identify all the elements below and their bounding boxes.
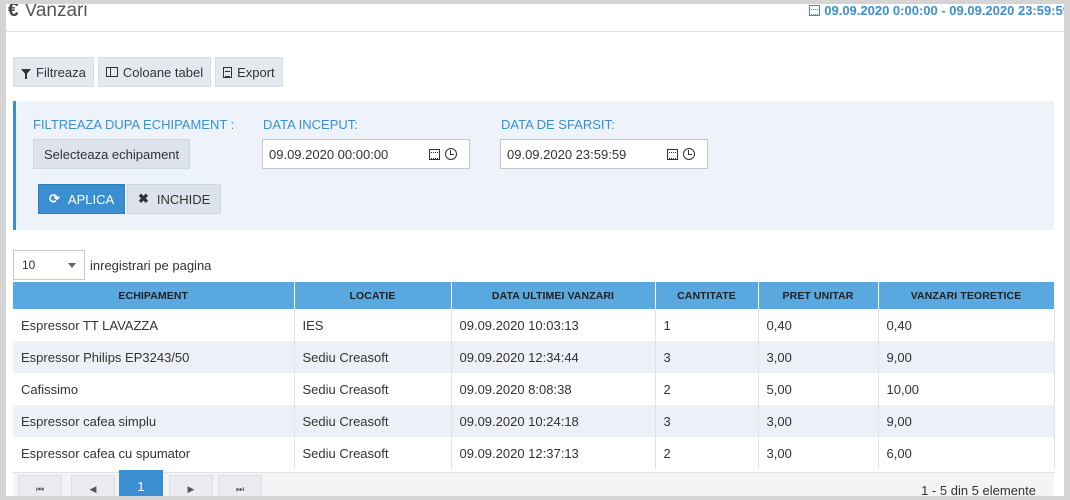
- export-button[interactable]: Export: [215, 57, 283, 87]
- date-range-display[interactable]: 09.09.2020 0:00:00 - 09.09.2020 23:59:59: [809, 4, 1064, 18]
- app-frame: € Vanzari 09.09.2020 0:00:00 - 09.09.2020…: [6, 4, 1064, 496]
- filter-button[interactable]: Filtreaza: [13, 57, 94, 87]
- filter-panel: FILTREAZA DUPA ECHIPAMENT : Selecteaza e…: [13, 101, 1054, 230]
- first-page-button[interactable]: ⏮: [18, 475, 62, 496]
- page-header: € Vanzari 09.09.2020 0:00:00 - 09.09.2020…: [6, 4, 1064, 32]
- calendar-icon[interactable]: [429, 148, 440, 160]
- end-date-input[interactable]: [500, 139, 656, 169]
- next-page-button[interactable]: ▶: [169, 475, 213, 496]
- apply-button[interactable]: ⟳ APLICA: [38, 184, 126, 214]
- table-row[interactable]: Espressor TT LAVAZZA IES 09.09.2020 10:0…: [13, 309, 1055, 341]
- table-cell: Espressor cafea cu spumator: [13, 437, 295, 469]
- table-cell: 5,00: [758, 373, 879, 405]
- table-cell: 09.09.2020 8:08:38: [451, 373, 656, 405]
- columns-icon: [105, 67, 118, 77]
- end-date-label: DATA DE SFARSIT:: [501, 117, 615, 132]
- table-columns-button[interactable]: Coloane tabel: [97, 57, 212, 87]
- column-header[interactable]: CANTITATE: [655, 282, 759, 309]
- column-header[interactable]: PRET UNITAR: [758, 282, 879, 309]
- table-header-row: ECHIPAMENT LOCATIE DATA ULTIMEI VANZARI …: [13, 282, 1055, 309]
- table-cell: Cafissimo: [13, 373, 295, 405]
- table-cell: 3,00: [758, 341, 879, 373]
- page-number-button[interactable]: 1: [119, 470, 163, 496]
- sales-table: ECHIPAMENT LOCATIE DATA ULTIMEI VANZARI …: [13, 282, 1055, 469]
- table-cell: Sediu Creasoft: [294, 437, 452, 469]
- table-row[interactable]: Espressor cafea simplu Sediu Creasoft 09…: [13, 405, 1055, 437]
- column-header[interactable]: ECHIPAMENT: [13, 282, 295, 309]
- close-filter-button[interactable]: ✖ INCHIDE: [127, 184, 222, 214]
- clock-icon[interactable]: [683, 148, 695, 160]
- table-cell: Espressor cafea simplu: [13, 405, 295, 437]
- table-cell: 09.09.2020 10:03:13: [451, 309, 656, 341]
- calendar-icon: [809, 5, 821, 16]
- prev-page-button[interactable]: ◀: [71, 475, 115, 496]
- page-size-select[interactable]: 10: [13, 250, 85, 280]
- start-date-input[interactable]: [262, 139, 418, 169]
- document-icon: [223, 66, 233, 78]
- pagination-info: 1 - 5 din 5 elemente: [921, 483, 1036, 496]
- close-icon: ✖: [138, 191, 149, 206]
- table-cell: 10,00: [878, 373, 1055, 405]
- funnel-icon: [21, 69, 31, 79]
- end-date-pickers: [655, 139, 708, 169]
- table-cell: 6,00: [878, 437, 1055, 469]
- table-cell: 0,40: [878, 309, 1055, 341]
- column-header[interactable]: VANZARI TEORETICE: [878, 282, 1055, 309]
- table-row[interactable]: Cafissimo Sediu Creasoft 09.09.2020 8:08…: [13, 373, 1055, 405]
- table-cell: IES: [294, 309, 452, 341]
- table-cell: 0,40: [758, 309, 879, 341]
- table-cell: Sediu Creasoft: [294, 341, 452, 373]
- clock-icon[interactable]: [445, 148, 457, 160]
- start-date-label: DATA INCEPUT:: [263, 117, 358, 132]
- euro-icon: €: [8, 4, 19, 21]
- table-cell: 3: [655, 341, 759, 373]
- table-cell: Sediu Creasoft: [294, 373, 452, 405]
- table-cell: 09.09.2020 12:34:44: [451, 341, 656, 373]
- equipment-filter-label: FILTREAZA DUPA ECHIPAMENT :: [33, 117, 235, 132]
- table-cell: Espressor TT LAVAZZA: [13, 309, 295, 341]
- column-header[interactable]: LOCATIE: [294, 282, 452, 309]
- chevron-down-icon: [68, 262, 76, 268]
- table-cell: 3,00: [758, 405, 879, 437]
- page-title: € Vanzari: [8, 4, 88, 22]
- table-cell: 2: [655, 437, 759, 469]
- table-cell: 2: [655, 373, 759, 405]
- pagination: ⏮ ◀ 1 ▶ ⏭ 1 - 5 din 5 elemente: [13, 470, 1054, 496]
- table-cell: Espressor Philips EP3243/50: [13, 341, 295, 373]
- select-equipment-button[interactable]: Selecteaza echipament: [33, 139, 191, 169]
- table-cell: Sediu Creasoft: [294, 405, 452, 437]
- table-row[interactable]: Espressor cafea cu spumator Sediu Creaso…: [13, 437, 1055, 469]
- column-header[interactable]: DATA ULTIMEI VANZARI: [451, 282, 656, 309]
- table-cell: 9,00: [878, 405, 1055, 437]
- toolbar: Filtreaza Coloane tabel Export: [13, 57, 283, 87]
- table-row[interactable]: Espressor Philips EP3243/50 Sediu Creaso…: [13, 341, 1055, 373]
- start-date-pickers: [417, 139, 470, 169]
- table-cell: 3,00: [758, 437, 879, 469]
- last-page-button[interactable]: ⏭: [218, 475, 262, 496]
- table-cell: 09.09.2020 10:24:18: [451, 405, 656, 437]
- page-size-label: inregistrari pe pagina: [90, 258, 212, 273]
- refresh-icon: ⟳: [49, 191, 60, 206]
- table-cell: 1: [655, 309, 759, 341]
- table-cell: 9,00: [878, 341, 1055, 373]
- table-cell: 3: [655, 405, 759, 437]
- calendar-icon[interactable]: [667, 148, 678, 160]
- table-cell: 09.09.2020 12:37:13: [451, 437, 656, 469]
